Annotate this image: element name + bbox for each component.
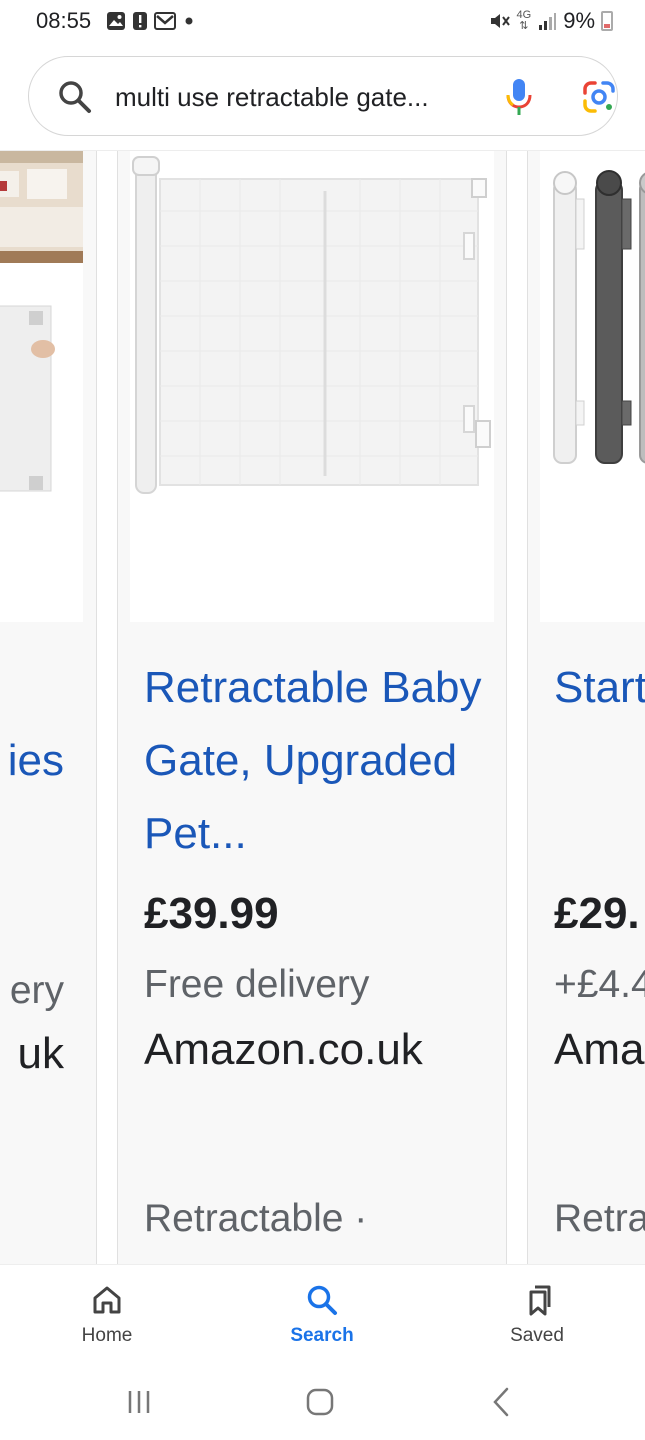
battery-percent: 9% bbox=[563, 8, 595, 33]
product-card-retractable-baby-gate[interactable]: Retractable Baby Gate, Upgraded Pet... £… bbox=[117, 151, 507, 1264]
home-button-icon[interactable] bbox=[300, 1382, 340, 1422]
product-delivery: ery bbox=[9, 969, 64, 1012]
nav-search[interactable]: Search bbox=[262, 1283, 382, 1347]
product-title[interactable]: ies bbox=[8, 736, 64, 786]
status-bar: 08:55 4G ⇅ 9% bbox=[0, 0, 645, 44]
product-carousel[interactable]: ies ery uk Retractable Baby Gate, Upgrad… bbox=[0, 151, 645, 1264]
product-title[interactable]: Start Ltd, Baby bbox=[554, 651, 645, 724]
product-image[interactable] bbox=[540, 151, 645, 622]
status-time: 08:55 bbox=[36, 8, 92, 33]
product-image[interactable] bbox=[0, 151, 83, 622]
dot-icon bbox=[185, 17, 193, 25]
back-icon[interactable] bbox=[482, 1382, 522, 1422]
product-price: £29. bbox=[554, 889, 640, 938]
recent-apps-icon[interactable] bbox=[119, 1382, 159, 1422]
product-store: Ama bbox=[554, 1025, 645, 1074]
search-icon[interactable] bbox=[57, 79, 93, 115]
search-bar[interactable]: multi use retractable gate... bbox=[28, 56, 618, 136]
product-store: Amazon.co.uk bbox=[144, 1025, 423, 1074]
home-icon[interactable] bbox=[90, 1283, 124, 1317]
nav-saved[interactable]: Saved bbox=[477, 1283, 597, 1347]
nav-home-label[interactable]: Home bbox=[47, 1325, 167, 1347]
mute-icon bbox=[490, 14, 510, 28]
nav-search-label[interactable]: Search bbox=[262, 1325, 382, 1347]
product-card-left[interactable]: ies ery uk bbox=[0, 151, 97, 1264]
product-title[interactable]: Retractable Baby Gate, Upgraded Pet... bbox=[144, 651, 484, 870]
product-store: uk bbox=[17, 1029, 64, 1078]
network-4g-icon: 4G ⇅ bbox=[516, 9, 532, 32]
product-image[interactable] bbox=[130, 151, 494, 622]
system-status-icons: 4G ⇅ 9% bbox=[489, 8, 613, 34]
google-lens-icon[interactable] bbox=[581, 79, 617, 115]
bottom-navigation: Home Search Saved bbox=[0, 1264, 645, 1362]
search-input[interactable]: multi use retractable gate... bbox=[115, 82, 451, 113]
alert-icon bbox=[133, 12, 147, 30]
voice-search-icon[interactable] bbox=[503, 77, 535, 117]
product-price: £39.99 bbox=[144, 889, 279, 938]
nav-home[interactable]: Home bbox=[47, 1283, 167, 1347]
system-navigation-bar bbox=[0, 1362, 645, 1440]
product-delivery: Free delivery bbox=[144, 963, 370, 1006]
product-delivery: +£4.4 bbox=[554, 963, 645, 1006]
search-icon[interactable] bbox=[305, 1283, 339, 1317]
notification-icons bbox=[106, 10, 196, 32]
signal-icon bbox=[539, 13, 557, 30]
product-card-right[interactable]: Start Ltd, Baby £29. +£4.4 Ama Retra bbox=[527, 151, 645, 1264]
gmail-icon bbox=[154, 12, 176, 30]
product-category: Retractable · bbox=[144, 1197, 368, 1240]
product-category: Retra bbox=[554, 1197, 645, 1240]
saved-bookmarks-icon[interactable] bbox=[520, 1283, 554, 1317]
gallery-icon bbox=[107, 12, 125, 30]
battery-low-icon bbox=[601, 11, 613, 31]
nav-saved-label[interactable]: Saved bbox=[477, 1325, 597, 1347]
